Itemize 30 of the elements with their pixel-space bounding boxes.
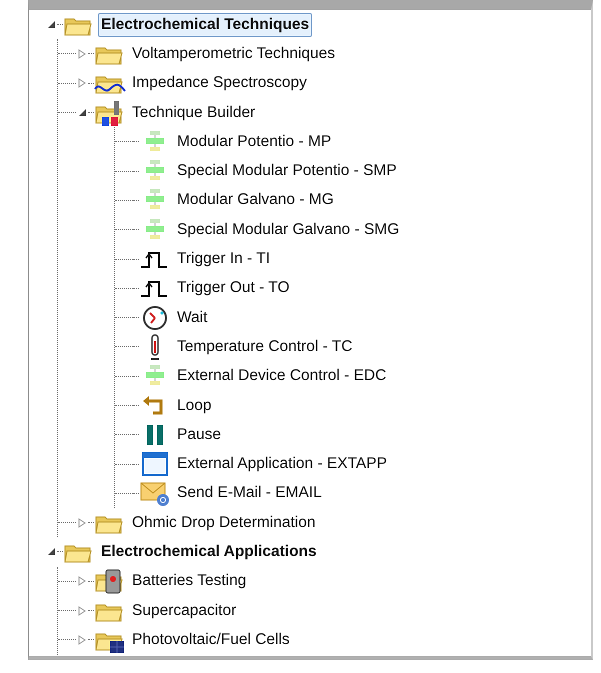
tree-item[interactable]: Trigger In - TI [174,247,274,272]
tree-item[interactable]: Batteries Testing [129,569,250,594]
tree-item[interactable]: Supercapacitor [129,598,240,623]
tree-item[interactable]: Trigger Out - TO [174,276,293,300]
tree-item[interactable]: Voltamperometric Techniques [129,42,338,66]
window-icon [139,450,171,478]
expand-toggle[interactable] [76,48,88,59]
thermometer-icon [150,334,160,360]
tree-item[interactable]: Technique Builder [129,100,258,125]
tree-item[interactable]: Wait [174,306,210,330]
tree-item[interactable]: Pause [174,422,224,447]
tree-item[interactable]: Loop [174,394,214,418]
tree-item[interactable]: Modular Galvano - MG [174,188,337,212]
expand-toggle[interactable] [76,576,88,586]
tree-item[interactable]: External Application - EXTAPP [174,452,390,476]
tree-item[interactable]: Modular Potentio - MP [174,130,334,154]
tree-item[interactable]: Send E-Mail - EMAIL [174,481,325,506]
tree-item[interactable]: Photovoltaic/Fuel Cells [129,628,293,652]
tree-item[interactable]: Special Modular Galvano - SMG [174,218,402,242]
expand-toggle[interactable] [76,78,88,88]
expand-toggle[interactable] [76,606,88,616]
tree-item[interactable]: Ohmic Drop Determination [129,510,318,535]
tree-item[interactable]: Impedance Spectroscopy [129,71,310,96]
tree-item[interactable]: Temperature Control - TC [174,334,356,359]
tree-item[interactable]: Electrochemical Techniques [98,12,312,37]
tree-item[interactable]: Electrochemical Applications [98,540,320,564]
expand-toggle[interactable] [76,518,88,528]
tree-item[interactable]: External Device Control - EDC [174,364,390,388]
expand-toggle[interactable] [76,634,88,645]
tree-item[interactable]: Special Modular Potentio - SMP [174,159,400,184]
